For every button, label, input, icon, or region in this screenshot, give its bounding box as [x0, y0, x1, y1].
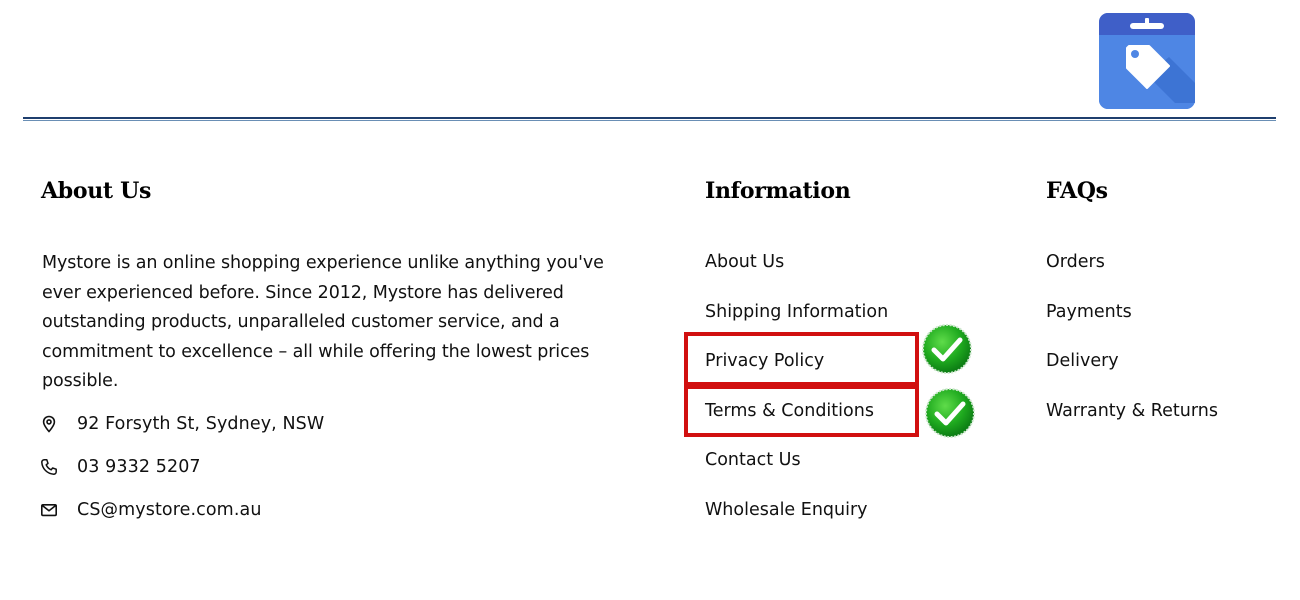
info-link-shipping-information[interactable]: Shipping Information — [705, 299, 888, 325]
about-heading: About Us — [41, 178, 152, 204]
faq-link-payments[interactable]: Payments — [1046, 299, 1132, 325]
info-link-contact-us[interactable]: Contact Us — [705, 447, 801, 473]
info-link-wholesale-enquiry[interactable]: Wholesale Enquiry — [705, 497, 868, 523]
faqs-heading: FAQs — [1046, 178, 1108, 204]
email-row: CS@mystore.com.au — [40, 495, 262, 525]
phone-icon — [41, 459, 57, 475]
green-checkmark-icon — [924, 387, 976, 439]
address-row: 92 Forsyth St, Sydney, NSW — [40, 409, 324, 439]
faq-link-orders[interactable]: Orders — [1046, 249, 1105, 275]
terms-conditions-highlight — [684, 385, 919, 437]
phone-text: 03 9332 5207 — [77, 457, 201, 477]
location-pin-icon — [42, 415, 56, 433]
info-link-about-us[interactable]: About Us — [705, 249, 784, 275]
address-text: 92 Forsyth St, Sydney, NSW — [77, 414, 325, 434]
faq-link-warranty-returns[interactable]: Warranty & Returns — [1046, 398, 1218, 424]
green-checkmark-icon — [921, 323, 973, 375]
faq-link-delivery[interactable]: Delivery — [1046, 348, 1119, 374]
about-description: Mystore is an online shopping experience… — [42, 253, 604, 391]
information-heading: Information — [705, 178, 851, 204]
envelope-icon — [40, 503, 57, 517]
privacy-policy-highlight — [684, 332, 919, 386]
header-divider — [23, 117, 1276, 121]
price-tag-icon — [1099, 13, 1195, 109]
phone-row: 03 9332 5207 — [40, 452, 201, 482]
email-text[interactable]: CS@mystore.com.au — [77, 500, 262, 520]
